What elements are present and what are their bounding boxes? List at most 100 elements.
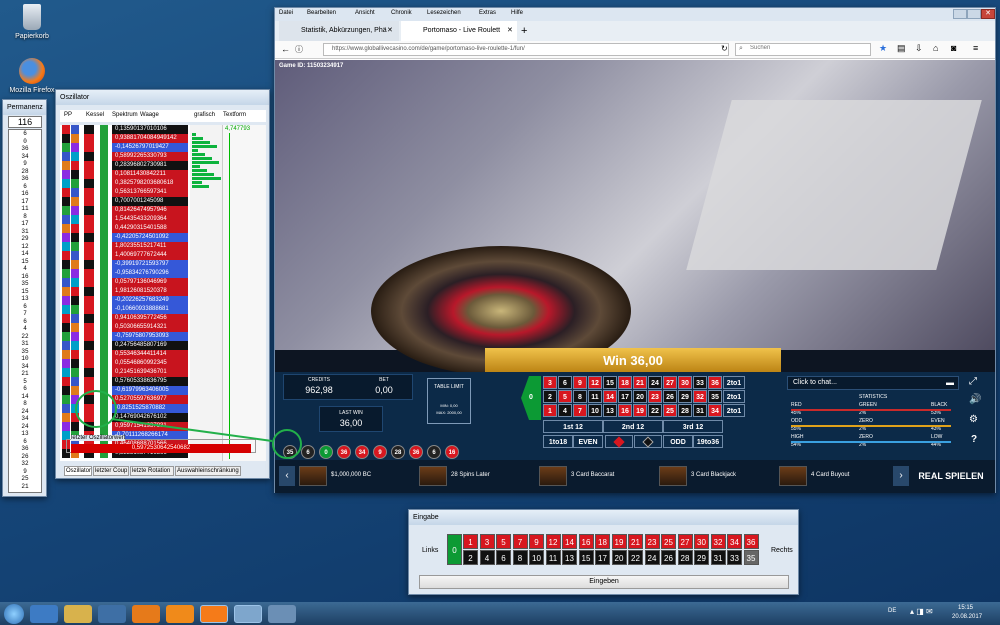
game-title[interactable]: 3 Card Baccarat xyxy=(571,472,614,478)
eingabe-number[interactable]: 23 xyxy=(644,534,660,549)
bet-number[interactable]: 12 xyxy=(588,376,602,389)
games-prev-icon[interactable]: ‹ xyxy=(279,466,295,486)
bet-number[interactable]: 21 xyxy=(633,376,647,389)
bet-number[interactable]: 16 xyxy=(618,404,632,417)
bet-number[interactable]: 35 xyxy=(708,390,722,403)
eingabe-number[interactable]: 19 xyxy=(611,534,627,549)
bet-zero[interactable]: 0 xyxy=(521,376,541,420)
bet-number[interactable]: 20 xyxy=(633,390,647,403)
tray-icons[interactable]: ▴ ◨ ✉ xyxy=(910,607,933,616)
eingabe-number[interactable]: 29 xyxy=(694,550,709,565)
bet-number[interactable]: 27 xyxy=(663,376,677,389)
bet-number[interactable]: 2 xyxy=(543,390,557,403)
bet-black[interactable] xyxy=(634,435,662,448)
bookmark-star-icon[interactable]: ★ xyxy=(879,43,887,54)
eingabe-number[interactable]: 9 xyxy=(529,534,544,549)
taskbar-firefox-icon[interactable] xyxy=(132,605,160,623)
bet-number[interactable]: 3 xyxy=(543,376,557,389)
eingabe-number[interactable]: 35 xyxy=(743,550,759,565)
real-spielen-button[interactable]: REAL SPIELEN xyxy=(911,464,991,488)
close-window-button[interactable]: ✕ xyxy=(981,9,995,19)
info-icon[interactable]: ⓘ xyxy=(295,44,303,55)
bet-number[interactable]: 28 xyxy=(678,404,692,417)
bet-number[interactable]: 15 xyxy=(603,376,617,389)
tab-letzte-rotation[interactable]: letzte Rotation xyxy=(130,466,174,476)
settings-gear-icon[interactable]: ⚙ xyxy=(969,414,978,425)
eingabe-number[interactable]: 25 xyxy=(661,534,676,549)
bet-red[interactable] xyxy=(605,435,633,448)
eingabe-number[interactable]: 11 xyxy=(545,550,561,565)
fullscreen-icon[interactable]: ⤢ xyxy=(969,376,977,387)
eingabe-number[interactable]: 4 xyxy=(479,550,495,565)
help-icon[interactable]: ? xyxy=(971,434,977,445)
game-thumbnail[interactable] xyxy=(299,466,327,486)
permanenz-current-input[interactable]: 116 xyxy=(8,116,42,128)
eingabe-number[interactable]: 10 xyxy=(529,550,544,565)
bet-number[interactable]: 9 xyxy=(573,376,587,389)
taskbar-explorer-icon[interactable] xyxy=(64,605,92,623)
eingabe-zero[interactable]: 0 xyxy=(447,534,462,565)
eingabe-number[interactable]: 24 xyxy=(644,550,660,565)
game-thumbnail[interactable] xyxy=(659,466,687,486)
bet-number[interactable]: 23 xyxy=(648,390,662,403)
bet-number[interactable]: 7 xyxy=(573,404,587,417)
bet-number[interactable]: 8 xyxy=(573,390,587,403)
bet-outside[interactable]: EVEN xyxy=(573,435,603,448)
eingabe-number[interactable]: 14 xyxy=(562,534,577,549)
browser-tab-statistik[interactable]: Statistik, Abkürzungen, Phä xyxy=(279,21,399,41)
chat-box[interactable]: Click to chat... ▬ xyxy=(787,376,959,390)
bet-number[interactable]: 32 xyxy=(693,390,707,403)
bet-number[interactable]: 36 xyxy=(708,376,722,389)
eingabe-number[interactable]: 27 xyxy=(677,534,693,549)
download-icon[interactable]: ⇩ xyxy=(915,43,923,54)
bet-outside[interactable]: 19to36 xyxy=(693,435,723,448)
eingabe-number[interactable]: 16 xyxy=(578,534,594,549)
permanenz-list[interactable]: 6 0 36 34 9 28 36 6 16 17 11 8 17 31 29 12 14 15 4 16 35 15 13… xyxy=(8,129,42,493)
tab-auswahleinschraenkung[interactable]: Auswahleinschränkung xyxy=(175,466,241,476)
eingabe-number[interactable]: 7 xyxy=(512,534,528,549)
eingabe-number[interactable]: 6 xyxy=(496,550,511,565)
eingeben-button[interactable]: Eingeben xyxy=(419,575,789,589)
bet-number[interactable]: 34 xyxy=(708,404,722,417)
reload-icon[interactable]: ↻ xyxy=(721,44,728,53)
bet-number[interactable]: 4 xyxy=(558,404,572,417)
maximize-button[interactable] xyxy=(967,9,981,19)
minimize-button[interactable] xyxy=(953,9,967,19)
bet-dozen[interactable]: 2nd 12 xyxy=(603,420,663,433)
game-title[interactable]: 4 Card Buyout xyxy=(811,472,849,478)
bet-number[interactable]: 6 xyxy=(558,376,572,389)
eingabe-number[interactable]: 34 xyxy=(727,534,742,549)
menu-icon[interactable]: ≡ xyxy=(973,43,978,53)
bet-dozen[interactable]: 3rd 12 xyxy=(663,420,723,433)
browser-tab-portomaso[interactable]: Portomaso - Live Roulett xyxy=(401,21,517,41)
tab-letzter-coup[interactable]: letzter Coup xyxy=(93,466,129,476)
bet-number[interactable]: 17 xyxy=(618,390,632,403)
table-limit-box[interactable]: TABLE LIMIT MIN: 0,00 MAX: 2000,00 xyxy=(427,378,471,424)
eingabe-number[interactable]: 13 xyxy=(562,550,577,565)
taskbar-vlc-icon[interactable] xyxy=(166,605,194,623)
taskbar-firefox-active-icon[interactable] xyxy=(200,605,228,623)
bet-number[interactable]: 19 xyxy=(633,404,647,417)
menu-item[interactable]: Lesezeichen xyxy=(427,10,461,16)
start-button[interactable] xyxy=(4,604,24,624)
home-icon[interactable]: ⌂ xyxy=(933,43,938,53)
bet-number[interactable]: 13 xyxy=(603,404,617,417)
pocket-icon[interactable]: ◙ xyxy=(951,43,956,53)
game-title[interactable]: 28 Spins Later xyxy=(451,472,490,478)
eingabe-number[interactable]: 2 xyxy=(463,550,478,565)
bet-outside[interactable]: ODD xyxy=(663,435,693,448)
bet-column-2to1[interactable]: 2to1 xyxy=(723,390,745,403)
bet-number[interactable]: 25 xyxy=(663,404,677,417)
eingabe-number[interactable]: 36 xyxy=(743,534,759,549)
bet-number[interactable]: 1 xyxy=(543,404,557,417)
close-tab-icon[interactable]: ✕ xyxy=(387,21,397,41)
back-icon[interactable]: ← xyxy=(281,44,290,54)
game-thumbnail[interactable] xyxy=(419,466,447,486)
eingabe-number[interactable]: 15 xyxy=(578,550,594,565)
menu-item[interactable]: Hilfe xyxy=(511,10,523,16)
game-thumbnail[interactable] xyxy=(539,466,567,486)
eingabe-number[interactable]: 32 xyxy=(710,534,726,549)
bet-number[interactable]: 14 xyxy=(603,390,617,403)
eingabe-number[interactable]: 8 xyxy=(512,550,528,565)
eingabe-number[interactable]: 17 xyxy=(595,550,610,565)
